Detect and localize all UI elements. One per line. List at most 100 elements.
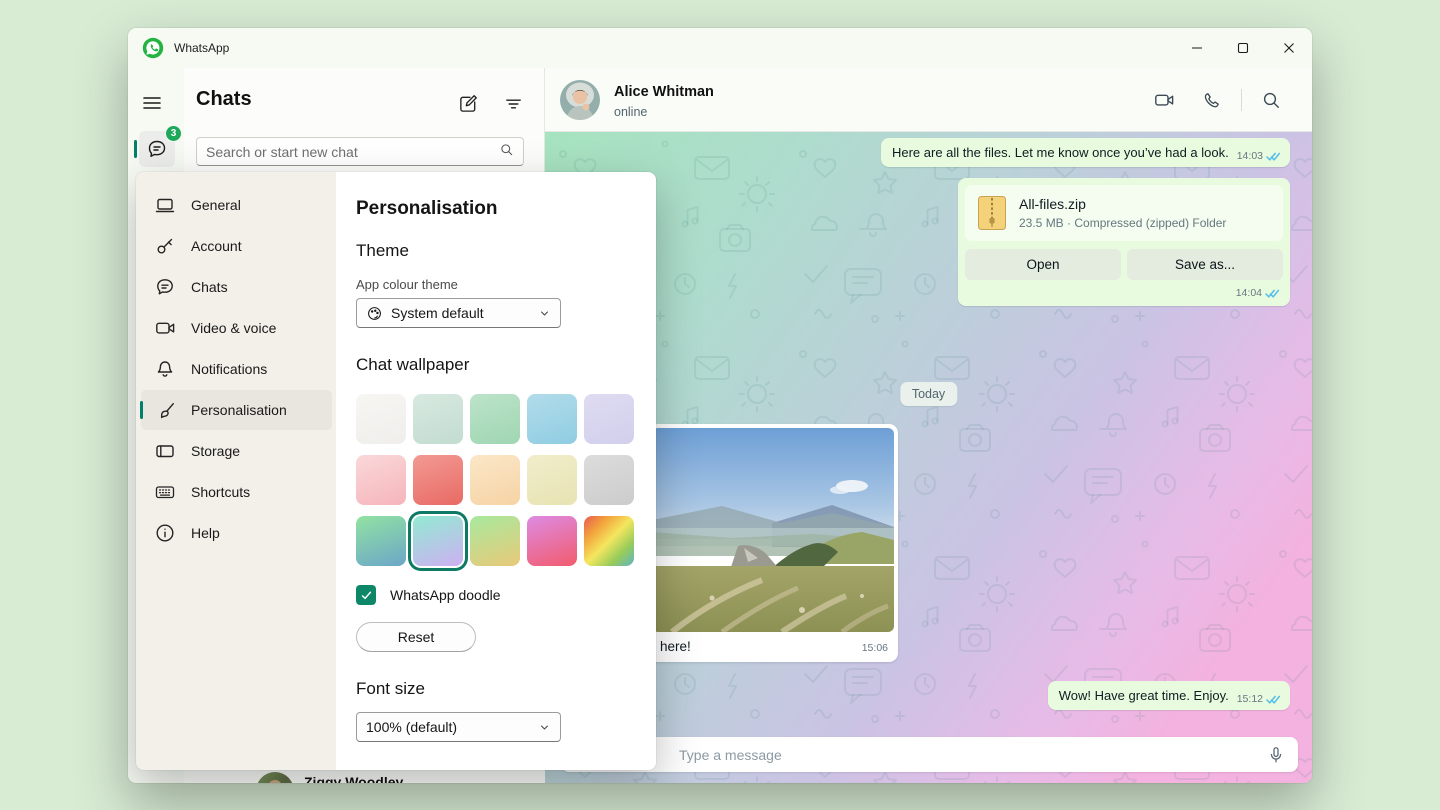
- message-layer: Here are all the files. Let me know once…: [545, 68, 1312, 783]
- info-icon: [154, 522, 176, 544]
- minimize-icon: [1191, 42, 1203, 54]
- wallpaper-swatch-13[interactable]: [470, 516, 520, 566]
- whatsapp-window: WhatsApp 3: [128, 28, 1312, 783]
- settings-nav: General Account Chats Video & voice Noti…: [136, 172, 336, 770]
- settings-nav-personalisation[interactable]: Personalisation: [141, 390, 332, 430]
- message-input[interactable]: [679, 747, 1266, 763]
- search-in-chat-button[interactable]: [1248, 90, 1294, 110]
- message-file: All-files.zip 23.5 MB · Compressed (zipp…: [958, 178, 1290, 306]
- wallpaper-swatch-5[interactable]: [584, 394, 634, 444]
- file-card[interactable]: All-files.zip 23.5 MB · Compressed (zipp…: [965, 185, 1283, 241]
- settings-nav-storage[interactable]: Storage: [141, 431, 332, 471]
- bell-icon: [154, 358, 176, 380]
- theme-dropdown[interactable]: System default: [356, 298, 561, 328]
- key-icon: [154, 235, 176, 257]
- keyboard-icon: [154, 481, 176, 503]
- brush-icon: [154, 399, 176, 421]
- minimize-button[interactable]: [1174, 28, 1220, 68]
- contact-avatar[interactable]: [560, 80, 600, 120]
- font-size-heading: Font size: [356, 679, 636, 699]
- check-icon: [360, 589, 373, 602]
- zip-file-icon: [977, 195, 1007, 231]
- search-icon: [499, 142, 514, 157]
- menu-button[interactable]: [141, 92, 163, 114]
- video-call-button[interactable]: [1140, 89, 1188, 111]
- save-as-button[interactable]: Save as...: [1127, 249, 1283, 280]
- hamburger-icon: [141, 92, 163, 114]
- chevron-down-icon: [538, 721, 551, 734]
- panel-title: Personalisation: [356, 198, 636, 220]
- settings-nav-video-voice[interactable]: Video & voice: [141, 308, 332, 348]
- settings-nav-shortcuts[interactable]: Shortcuts: [141, 472, 332, 512]
- message-time: 15:06: [862, 642, 888, 654]
- file-name: All-files.zip: [1019, 196, 1226, 212]
- new-chat-button[interactable]: [458, 93, 479, 114]
- wallpaper-swatch-10[interactable]: [584, 455, 634, 505]
- maximize-button[interactable]: [1220, 28, 1266, 68]
- read-ticks-icon: [1265, 288, 1280, 299]
- doodle-label: WhatsApp doodle: [390, 587, 501, 603]
- conversation-panel: Here are all the files. Let me know once…: [545, 68, 1312, 783]
- nav-label: Video & voice: [191, 320, 276, 336]
- voice-call-button[interactable]: [1188, 90, 1235, 111]
- window-body: 3 Chats: [128, 68, 1312, 783]
- personalisation-panel: Personalisation Theme App colour theme S…: [336, 172, 656, 770]
- photo-thumbnail: [652, 428, 894, 632]
- window-controls: [1174, 28, 1312, 68]
- wallpaper-swatch-8[interactable]: [470, 455, 520, 505]
- filter-chats-button[interactable]: [503, 93, 524, 114]
- titlebar: WhatsApp: [128, 28, 1312, 68]
- font-size-dropdown[interactable]: 100% (default): [356, 712, 561, 742]
- header-divider: [1241, 89, 1242, 111]
- settings-nav-notifications[interactable]: Notifications: [141, 349, 332, 389]
- wallpaper-swatch-14[interactable]: [527, 516, 577, 566]
- settings-flyout: General Account Chats Video & voice Noti…: [136, 172, 656, 770]
- settings-nav-chats[interactable]: Chats: [141, 267, 332, 307]
- file-meta: 23.5 MB · Compressed (zipped) Folder: [1019, 216, 1226, 230]
- nav-label: General: [191, 197, 241, 213]
- video-icon: [154, 317, 176, 339]
- wallpaper-swatch-9[interactable]: [527, 455, 577, 505]
- message-composer: [561, 737, 1298, 772]
- storage-icon: [154, 440, 176, 462]
- font-size-value: 100% (default): [366, 719, 530, 735]
- nav-label: Notifications: [191, 361, 267, 377]
- maximize-icon: [1237, 42, 1249, 54]
- wallpaper-swatch-15[interactable]: [584, 516, 634, 566]
- settings-nav-general[interactable]: General: [141, 185, 332, 225]
- monitor-icon: [154, 194, 176, 216]
- wallpaper-swatch-4[interactable]: [527, 394, 577, 444]
- message-outgoing-text: Here are all the files. Let me know once…: [881, 138, 1290, 167]
- message-incoming-photo[interactable]: here! 15:06: [648, 424, 898, 662]
- wallpaper-swatch-11[interactable]: [356, 516, 406, 566]
- read-ticks-icon: [1266, 694, 1281, 705]
- wallpaper-swatch-1[interactable]: [356, 394, 406, 444]
- rail-chats-button[interactable]: 3: [139, 131, 175, 167]
- reset-wallpaper-button[interactable]: Reset: [356, 622, 476, 652]
- wallpaper-swatch-7[interactable]: [413, 455, 463, 505]
- settings-nav-help[interactable]: Help: [141, 513, 332, 553]
- close-icon: [1283, 42, 1295, 54]
- whatsapp-logo-icon: [142, 37, 164, 59]
- filter-icon: [503, 93, 524, 114]
- chat-list-actions: [458, 93, 524, 114]
- open-file-button[interactable]: Open: [965, 249, 1121, 280]
- whatsapp-doodle-checkbox[interactable]: [356, 585, 376, 605]
- settings-nav-account[interactable]: Account: [141, 226, 332, 266]
- chats-title: Chats: [196, 88, 252, 111]
- voice-record-button[interactable]: [1266, 745, 1286, 765]
- wallpaper-swatch-3[interactable]: [470, 394, 520, 444]
- message-time: 15:12: [1237, 693, 1263, 705]
- wallpaper-swatch-2[interactable]: [413, 394, 463, 444]
- wallpaper-swatch-12[interactable]: [413, 516, 463, 566]
- message-text: Wow! Have great time. Enjoy.: [1059, 688, 1229, 703]
- chat-search-box: [196, 137, 524, 166]
- wallpaper-swatch-6[interactable]: [356, 455, 406, 505]
- active-section-indicator: [134, 140, 137, 158]
- palette-icon: [366, 305, 383, 322]
- date-divider: Today: [900, 382, 957, 406]
- close-button[interactable]: [1266, 28, 1312, 68]
- search-input[interactable]: [206, 144, 499, 160]
- contact-status: online: [614, 105, 647, 119]
- message-text: Here are all the files. Let me know once…: [892, 145, 1229, 160]
